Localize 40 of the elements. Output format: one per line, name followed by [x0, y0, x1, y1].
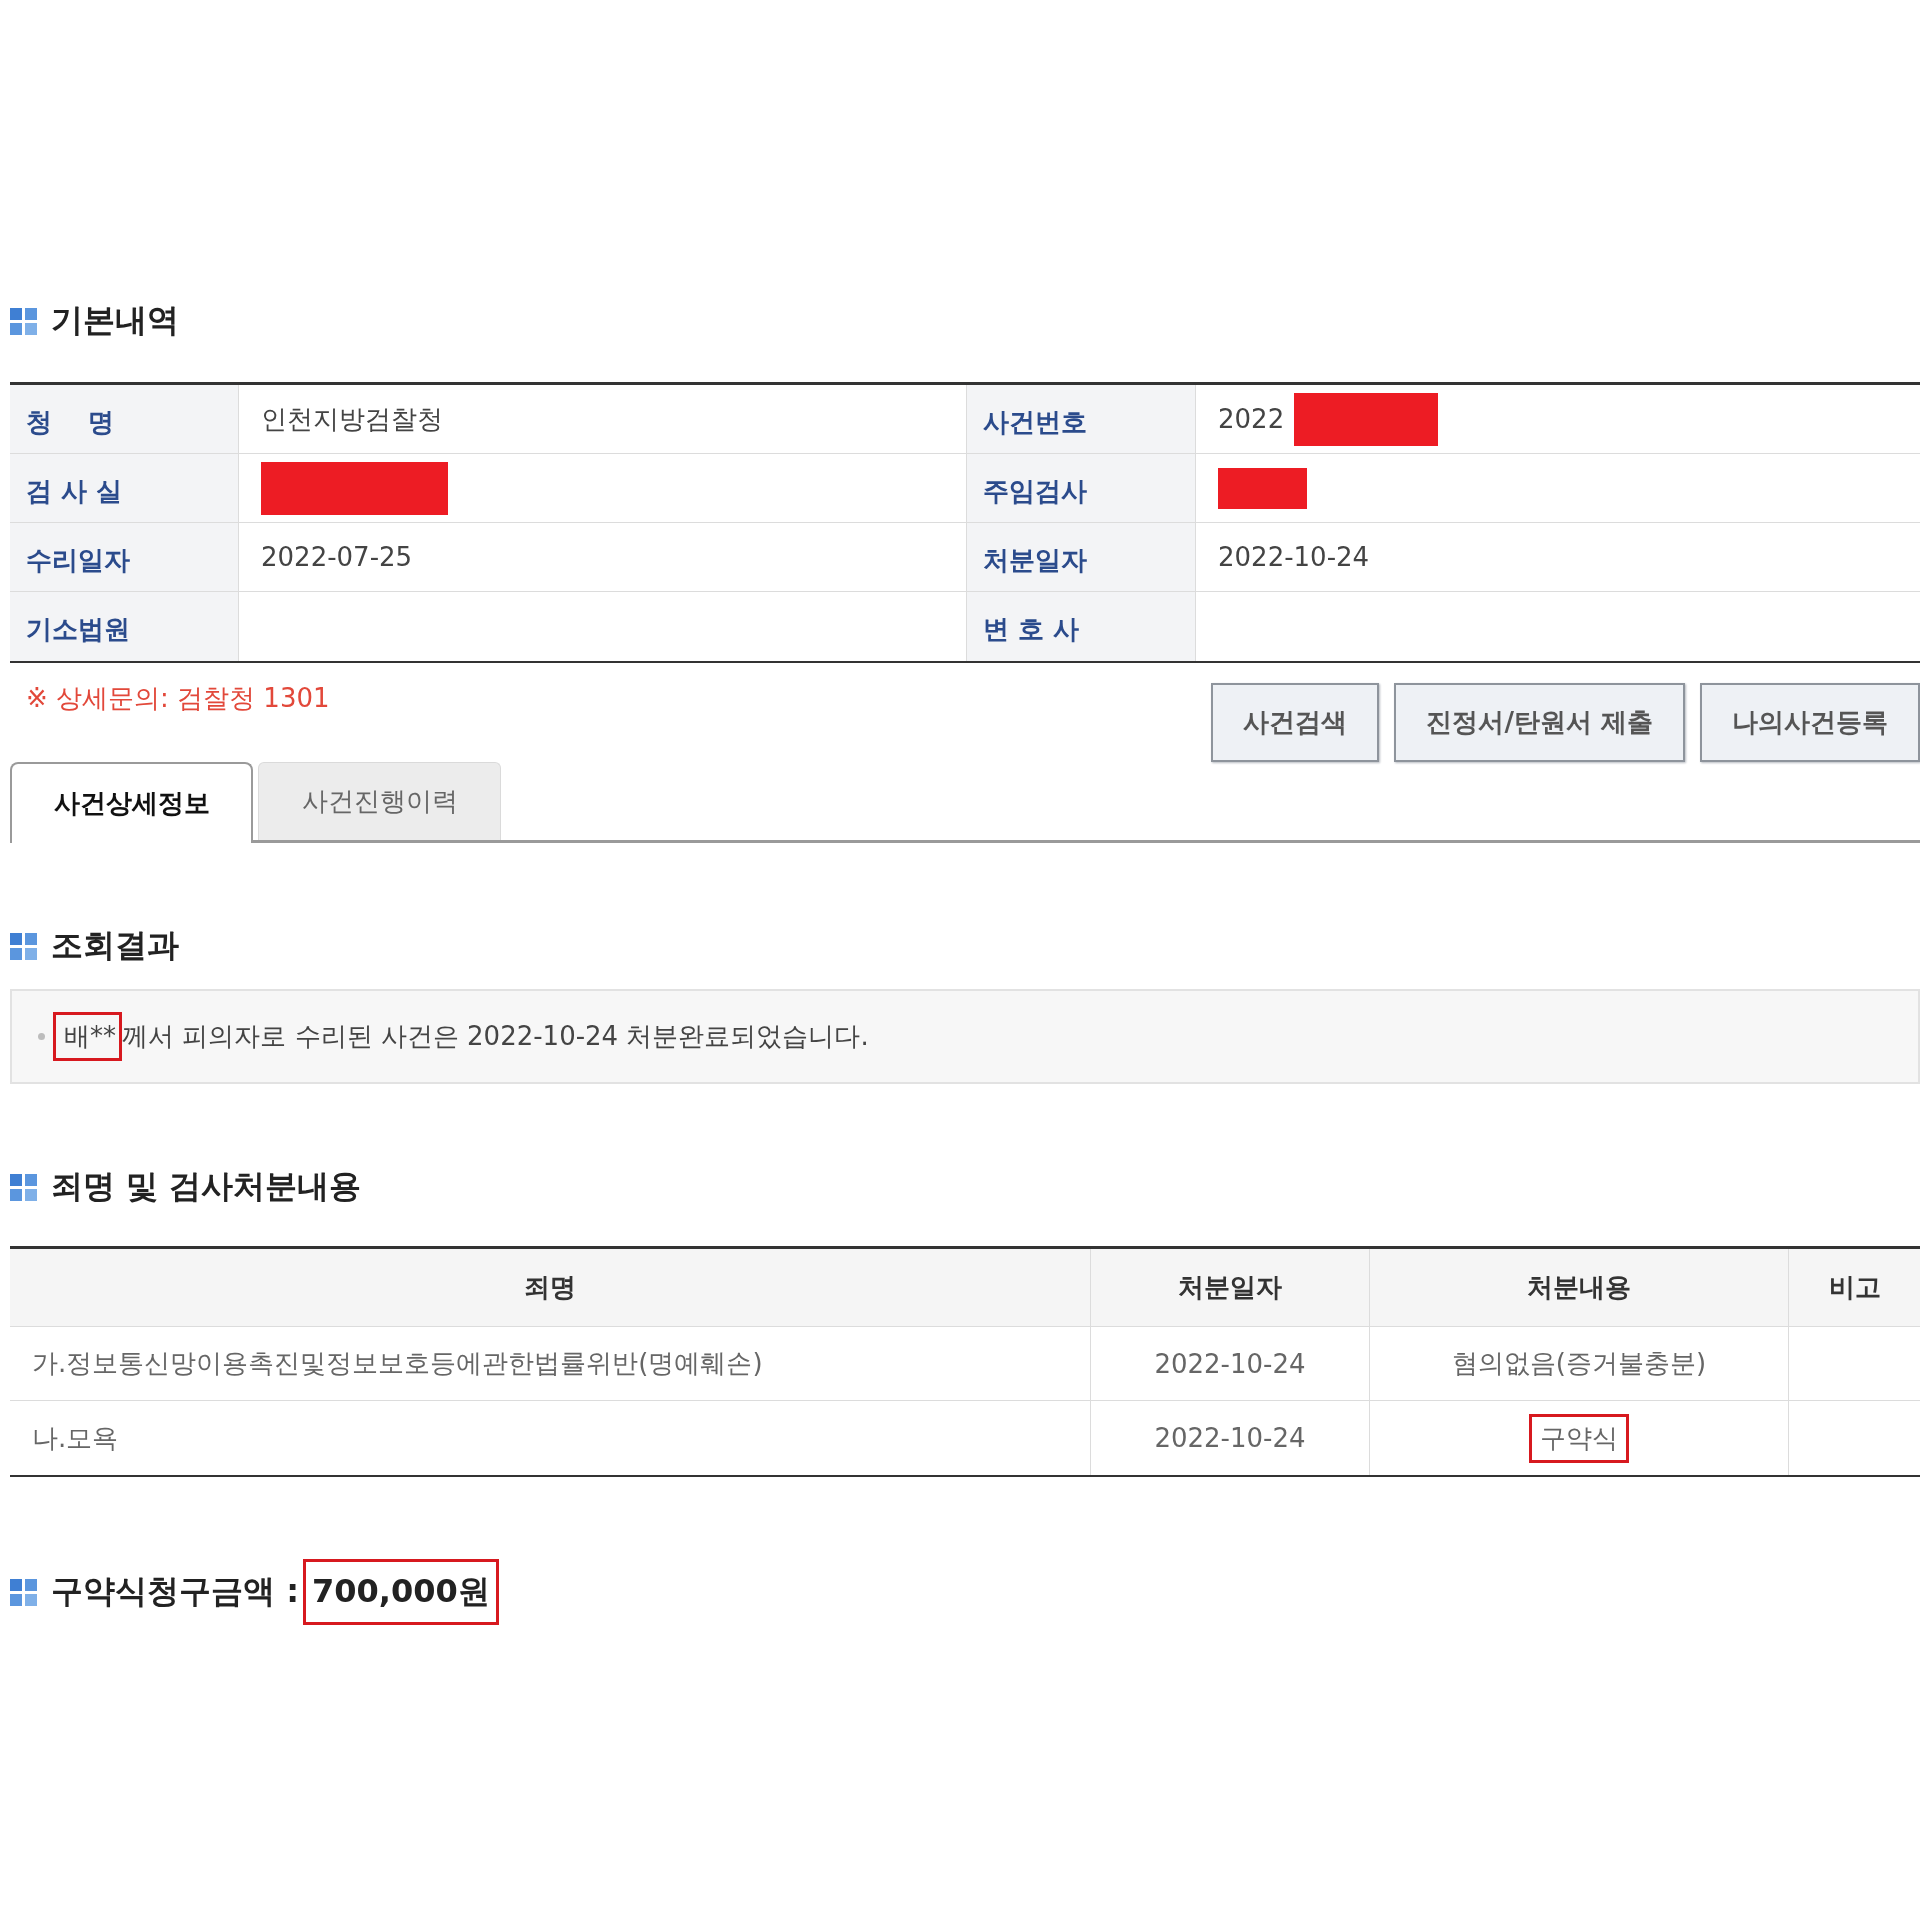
field-label: 변 호 사 — [967, 592, 1196, 661]
grid-icon — [10, 1173, 37, 1201]
grid-icon — [10, 932, 37, 960]
table-cell: 구약식 — [1370, 1401, 1789, 1475]
action-button[interactable]: 진정서/탄원서 제출 — [1394, 683, 1685, 762]
message-text: 께서 피의자로 수리된 사건은 2022-10-24 처분완료되었습니다. — [122, 1020, 869, 1053]
field-label: 사건번호 — [967, 385, 1196, 454]
field-value: 인천지방검찰청 — [261, 402, 443, 436]
grid-icon — [10, 1578, 37, 1606]
field-label: 기소법원 — [10, 592, 239, 661]
table-cell: 나.모욕 — [10, 1401, 1091, 1475]
column-header: 처분일자 — [1091, 1249, 1370, 1327]
table-cell: 2022-10-24 — [1091, 1401, 1370, 1475]
table-cell: 가.정보통신망이용촉진및정보보호등에관한법률위반(명예훼손) — [10, 1327, 1091, 1401]
message-text: 배** — [53, 1012, 122, 1061]
section-title: 죄명 및 검사처분내용 — [51, 1166, 362, 1207]
section-title: 조회결과 — [51, 925, 179, 966]
inquiry-note: ※ 상세문의: 검찰청 1301 — [25, 682, 330, 715]
tab[interactable]: 사건진행이력 — [258, 762, 501, 840]
field-label: 수리일자 — [10, 523, 239, 592]
column-header: 처분내용 — [1370, 1249, 1789, 1327]
table-cell: 2022-10-24 — [1091, 1327, 1370, 1401]
field-label: 검 사 실 — [10, 454, 239, 523]
column-header: 비고 — [1789, 1249, 1920, 1327]
action-button[interactable]: 나의사건등록 — [1700, 683, 1920, 762]
table-cell: 혐의없음(증거불충분) — [1370, 1327, 1789, 1401]
tab[interactable]: 사건상세정보 — [10, 762, 253, 843]
action-button[interactable]: 사건검색 — [1211, 683, 1380, 762]
section-title: 기본내역 — [51, 300, 179, 341]
field-value: 2022 — [1218, 404, 1285, 434]
field-label: 주임검사 — [967, 454, 1196, 523]
field-label: 청 명 — [10, 385, 239, 454]
amount-value: 700,000원 — [302, 1559, 499, 1625]
field-label: 처분일자 — [967, 523, 1196, 592]
bullet-icon — [38, 1033, 45, 1040]
field-value: 2022-10-24 — [1218, 542, 1370, 572]
field-value: 2022-07-25 — [261, 542, 413, 572]
column-header: 죄명 — [10, 1249, 1091, 1327]
grid-icon — [10, 307, 37, 335]
amount-label: 구약식청구금액 : — [51, 1571, 299, 1612]
